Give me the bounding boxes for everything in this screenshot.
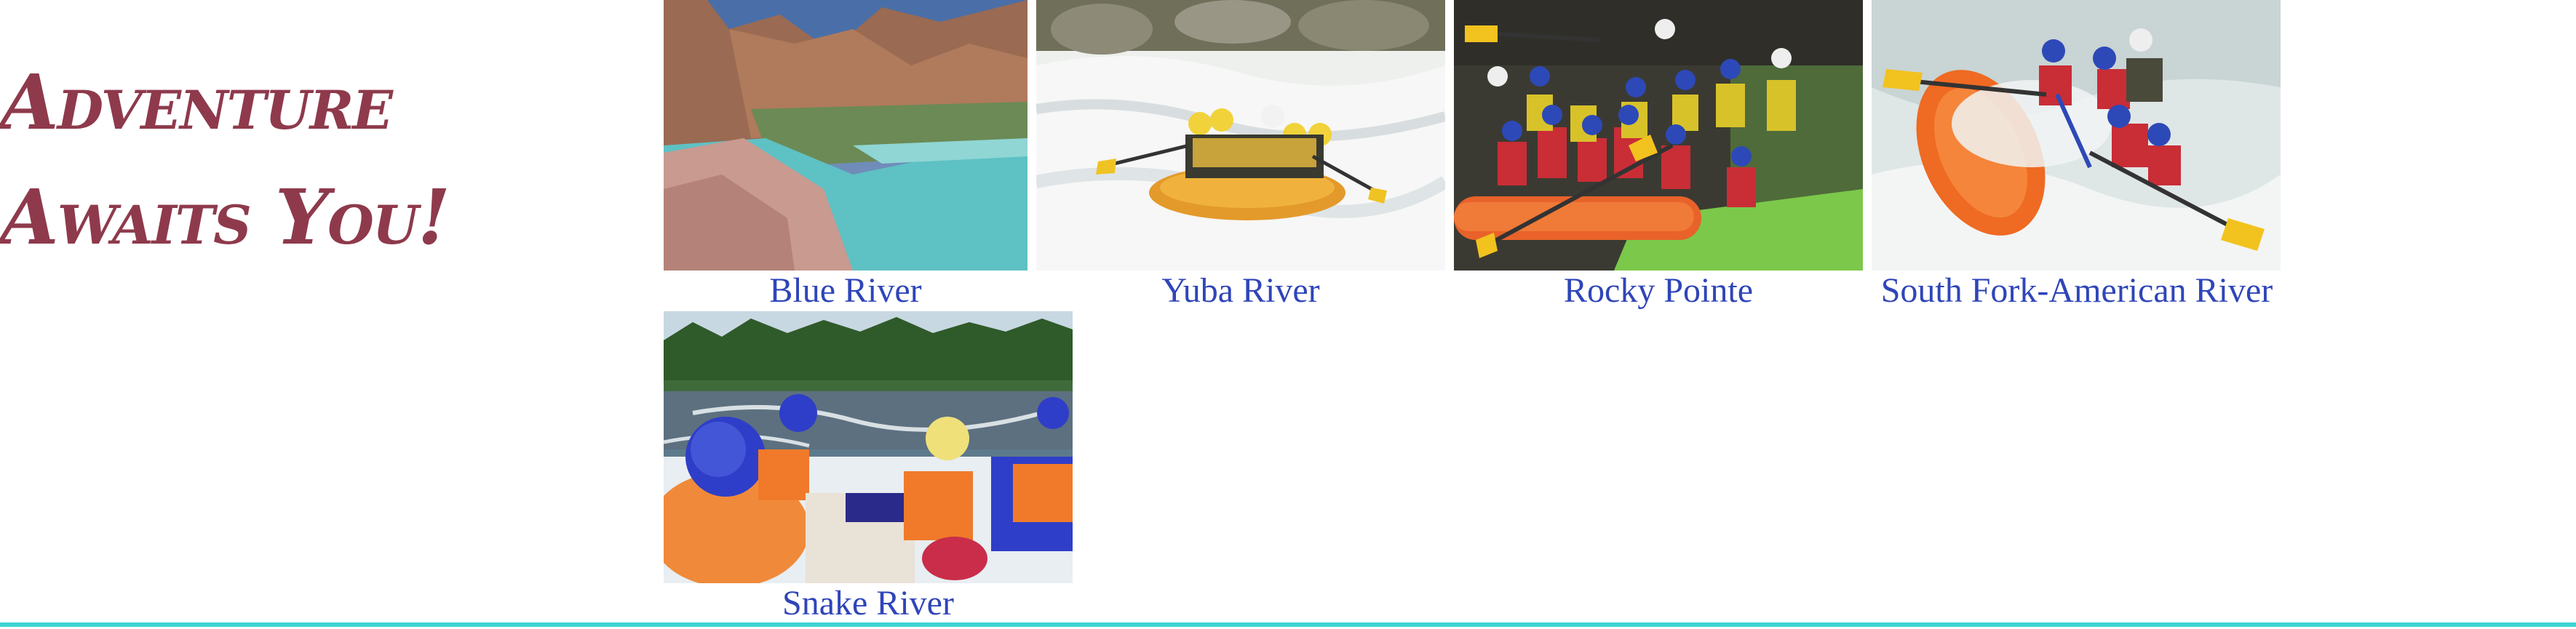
rafting-rapids-photo[interactable] <box>1036 0 1445 271</box>
trip-card-snake-river[interactable]: Snake River <box>664 311 1073 624</box>
trip-link-blue-river[interactable]: Blue River <box>664 271 1027 311</box>
trip-link-snake-river[interactable]: Snake River <box>664 583 1073 624</box>
trip-card-south-fork-american-river[interactable]: South Fork-American River <box>1872 0 2282 313</box>
trip-link-south-fork-american-river[interactable]: South Fork-American River <box>1872 271 2282 311</box>
trip-gallery: Blue River Yuba River Rocky Pointe South… <box>0 0 2576 625</box>
trip-card-yuba-river[interactable]: Yuba River <box>1036 0 1445 313</box>
trip-link-rocky-pointe[interactable]: Rocky Pointe <box>1454 271 1863 311</box>
canyon-river-photo[interactable] <box>664 0 1027 271</box>
rafting-river-view-photo[interactable] <box>664 311 1073 583</box>
trip-card-blue-river[interactable]: Blue River <box>664 0 1027 313</box>
trip-link-yuba-river[interactable]: Yuba River <box>1036 271 1445 311</box>
rafting-group-photo[interactable] <box>1454 0 1863 271</box>
trip-card-rocky-pointe[interactable]: Rocky Pointe <box>1454 0 1863 313</box>
rafting-splash-photo[interactable] <box>1872 0 2281 271</box>
footer-divider <box>0 622 2576 627</box>
